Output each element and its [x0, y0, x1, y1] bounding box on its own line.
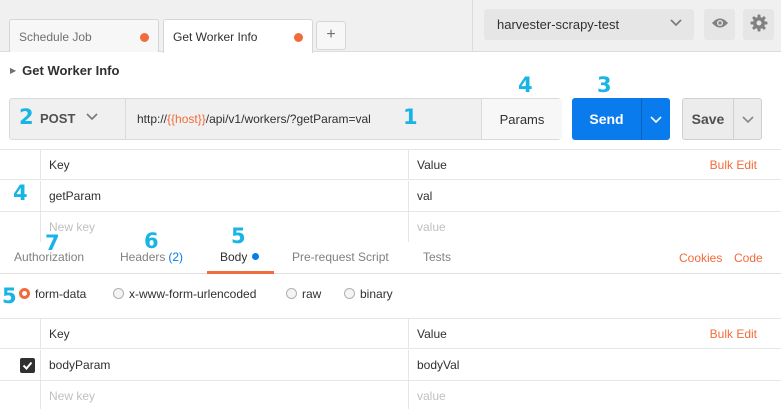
checkmark-icon [22, 361, 33, 370]
tab-prerequest-script[interactable]: Pre-request Script [292, 250, 389, 264]
tab-body[interactable]: Body [220, 250, 260, 264]
url-variable: {{host}} [167, 112, 206, 126]
table-row: bodyParam bodyVal [0, 350, 781, 381]
tab-get-worker-info[interactable]: Get Worker Info [163, 19, 313, 53]
table-header-row: Key Value Bulk Edit [0, 149, 781, 180]
radio-unselected-icon [113, 288, 124, 299]
send-dropdown-button[interactable] [641, 98, 670, 140]
radio-label: raw [302, 287, 322, 301]
new-value-input[interactable]: value [408, 381, 781, 409]
row-enabled-checkbox[interactable] [20, 358, 35, 373]
send-label: Send [589, 111, 624, 127]
eye-icon [711, 17, 729, 32]
bulk-edit-link[interactable]: Bulk Edit [710, 158, 757, 172]
save-label: Save [691, 111, 725, 127]
radio-selected-icon [19, 288, 30, 299]
new-value-input[interactable]: value [408, 212, 781, 242]
key-header: Key [40, 150, 408, 180]
table-row-new: New key value [0, 212, 781, 243]
unsaved-dot-icon [294, 33, 303, 42]
url-input[interactable]: http://{{host}}/api/v1/workers/?getParam… [137, 112, 371, 126]
body-indicator-dot-icon [252, 253, 260, 260]
body-mode-radios: form-data x-www-form-urlencoded raw bina… [0, 284, 781, 306]
new-key-input[interactable]: New key [40, 381, 408, 409]
new-key-input[interactable]: New key [40, 212, 408, 242]
annotation-4-params-button: 4 [518, 73, 533, 97]
table-header-row: Key Value Bulk Edit [0, 318, 781, 349]
environment-select[interactable]: harvester-scrapy-test [484, 9, 694, 40]
table-row-new: New key value [0, 381, 781, 409]
annotation-1: 1 [403, 105, 418, 129]
caret-right-icon: ▶ [10, 66, 17, 75]
value-header: Value Bulk Edit [408, 150, 781, 180]
key-header: Key [40, 319, 408, 349]
tab-label: Get Worker Info [173, 30, 258, 44]
url-suffix: /api/v1/workers/?getParam=val [205, 112, 371, 126]
value-header-label: Value [417, 158, 447, 172]
environment-label: harvester-scrapy-test [497, 17, 620, 32]
table-row: getParam val [0, 181, 781, 212]
params-button[interactable]: Params [481, 99, 562, 139]
tab-label: Schedule Job [19, 30, 92, 44]
url-bar: POST http://{{host}}/api/v1/workers/?get… [9, 98, 562, 140]
method-label: POST [40, 111, 76, 126]
active-tab-underline [207, 271, 274, 274]
body-value-input[interactable]: bodyVal [408, 350, 781, 380]
tab-body-label: Body [220, 250, 248, 264]
headers-count-badge: (2) [168, 250, 184, 264]
radio-label: x-www-form-urlencoded [129, 287, 257, 301]
radio-binary[interactable]: binary [344, 287, 393, 301]
request-subtabs: Authorization Headers (2) Body Pre-reques… [0, 241, 781, 274]
body-key-input[interactable]: bodyParam [40, 350, 408, 380]
tab-tests[interactable]: Tests [423, 250, 451, 264]
gear-icon [750, 14, 768, 35]
bulk-edit-link[interactable]: Bulk Edit [710, 327, 757, 341]
chevron-down-icon [650, 116, 662, 123]
radio-raw[interactable]: raw [286, 287, 321, 301]
annotation-3: 3 [597, 73, 612, 97]
settings-button[interactable] [743, 9, 774, 40]
code-link[interactable]: Code [734, 251, 763, 265]
new-tab-button[interactable]: + [316, 21, 346, 50]
save-dropdown-button[interactable] [733, 99, 761, 139]
send-button[interactable]: Send [572, 98, 670, 140]
unsaved-dot-icon [140, 33, 149, 42]
value-header: Value Bulk Edit [408, 319, 781, 349]
save-button[interactable]: Save [682, 98, 762, 140]
cookies-link[interactable]: Cookies [679, 251, 722, 265]
chevron-down-icon [670, 16, 682, 31]
radio-unselected-icon [286, 288, 297, 299]
plus-icon: + [326, 26, 336, 43]
params-label: Params [499, 112, 545, 127]
annotation-5-body-tab: 5 [231, 224, 246, 248]
tab-schedule-job[interactable]: Schedule Job [9, 19, 159, 52]
quick-look-button[interactable] [704, 9, 735, 40]
radio-label: binary [360, 287, 393, 301]
annotation-6: 6 [144, 229, 159, 253]
request-name-label: Get Worker Info [22, 63, 120, 78]
radio-urlencoded[interactable]: x-www-form-urlencoded [113, 287, 256, 301]
request-name[interactable]: ▶ Get Worker Info [10, 63, 119, 78]
annotation-2: 2 [19, 105, 34, 129]
divider [472, 0, 473, 52]
radio-label: form-data [35, 287, 87, 301]
chevron-down-icon [86, 110, 98, 125]
radio-unselected-icon [344, 288, 355, 299]
annotation-4-params-table: 4 [13, 181, 28, 205]
value-header-label: Value [417, 327, 447, 341]
top-bar: Schedule Job Get Worker Info + harvester… [0, 0, 781, 53]
annotation-7: 7 [45, 231, 60, 255]
annotation-5-body-mode: 5 [2, 284, 17, 308]
url-prefix: http:// [137, 112, 168, 126]
param-value-input[interactable]: val [408, 181, 781, 211]
radio-form-data[interactable]: form-data [19, 287, 86, 301]
param-key-input[interactable]: getParam [40, 181, 408, 211]
chevron-down-icon [741, 116, 754, 123]
